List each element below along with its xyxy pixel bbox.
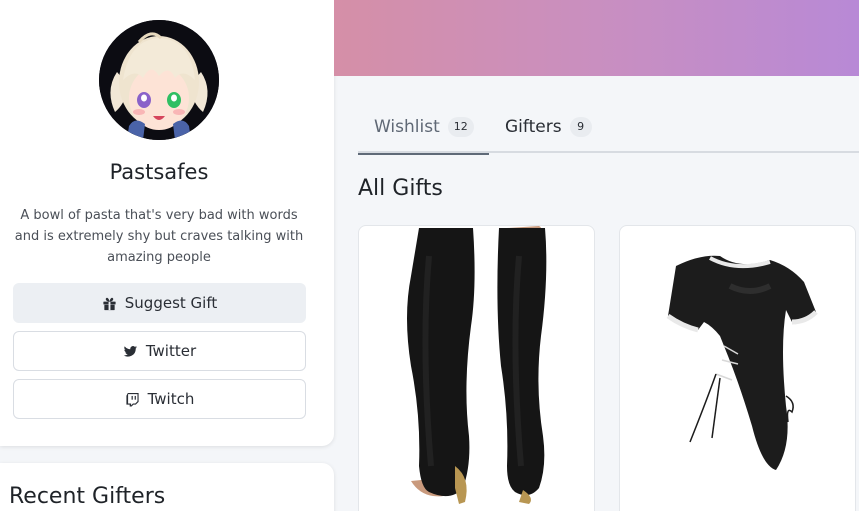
tab-gifters[interactable]: Gifters 9: [505, 100, 592, 153]
top-image-icon: [666, 255, 818, 470]
tab-gifters-label: Gifters: [505, 116, 562, 137]
twitter-icon: [123, 345, 137, 357]
suggest-gift-button[interactable]: Suggest Gift: [13, 283, 306, 323]
anime-avatar-icon: [99, 20, 219, 140]
gift-card[interactable]: [619, 225, 856, 511]
gifters-count-badge: 9: [569, 116, 592, 137]
profile-bio: A bowl of pasta that's very bad with wor…: [14, 208, 304, 265]
wishlist-count-badge: 12: [447, 116, 474, 137]
recent-gifters-card: Recent Gifters: [0, 463, 334, 511]
profile-page: Pastsafes A bowl of pasta that's very ba…: [0, 0, 859, 511]
profile-tabs: Wishlist 12 Gifters 9: [358, 100, 859, 155]
tab-wishlist-label: Wishlist: [374, 116, 440, 137]
profile-card: Pastsafes A bowl of pasta that's very ba…: [0, 0, 334, 446]
avatar: [99, 20, 219, 140]
stockings-image-icon: [407, 226, 547, 504]
profile-banner: [334, 0, 859, 76]
gift-icon: [103, 297, 116, 310]
tab-wishlist[interactable]: Wishlist 12: [358, 100, 489, 155]
twitter-button[interactable]: Twitter: [13, 331, 306, 371]
all-gifts-title: All Gifts: [358, 176, 443, 201]
gift-card[interactable]: [358, 225, 595, 511]
recent-gifters-title: Recent Gifters: [9, 484, 166, 509]
twitch-icon: [126, 392, 139, 407]
twitch-button[interactable]: Twitch: [13, 379, 306, 419]
suggest-gift-label: Suggest Gift: [124, 294, 218, 312]
twitter-label: Twitter: [145, 342, 197, 360]
twitch-label: Twitch: [147, 390, 195, 408]
profile-name: Pastsafes: [109, 160, 209, 184]
